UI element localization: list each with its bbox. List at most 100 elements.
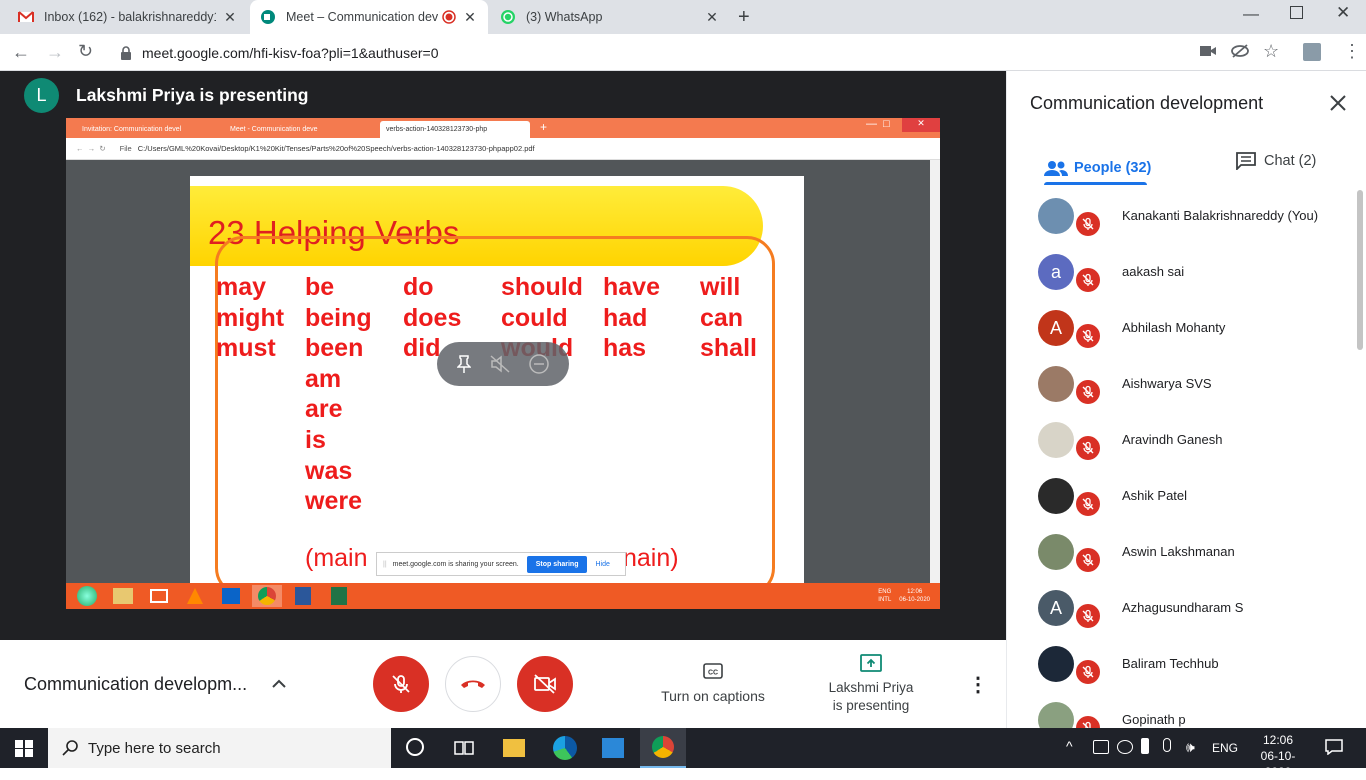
participant-row[interactable]: Aishwarya SVS bbox=[1006, 354, 1358, 410]
url-text: meet.google.com/hfi-kisv-foa?pli=1&authu… bbox=[142, 45, 439, 61]
volume-icon[interactable]: 🕪 bbox=[1186, 739, 1195, 756]
tab-people[interactable]: People (32) bbox=[1044, 150, 1151, 185]
participant-row[interactable]: Gopinath p bbox=[1006, 690, 1358, 728]
presenting-button[interactable]: Lakshmi Priya is presenting bbox=[814, 679, 928, 715]
remove-icon[interactable] bbox=[529, 354, 550, 374]
file-explorer-icon[interactable] bbox=[503, 739, 525, 757]
mic-toggle-button[interactable] bbox=[373, 656, 429, 712]
shared-new-tab-icon: + bbox=[540, 120, 548, 134]
shared-file-label: File bbox=[119, 144, 132, 153]
participant-name: Azhagusundharam S bbox=[1122, 600, 1244, 615]
captions-icon[interactable]: CC bbox=[703, 663, 723, 679]
avatar bbox=[1038, 534, 1074, 570]
outlook-icon bbox=[216, 585, 246, 607]
windows-search-box[interactable]: Type here to search bbox=[48, 728, 391, 768]
participant-row[interactable]: Aswin Lakshmanan bbox=[1006, 522, 1358, 578]
avatar bbox=[1038, 198, 1074, 234]
participant-name: Aravindh Ganesh bbox=[1122, 432, 1223, 447]
participant-row[interactable]: a aakash sai bbox=[1006, 242, 1358, 298]
camera-toggle-button[interactable] bbox=[517, 656, 573, 712]
participant-row[interactable]: A Azhagusundharam S bbox=[1006, 578, 1358, 634]
new-tab-button[interactable]: + bbox=[738, 6, 750, 29]
forward-icon[interactable]: → bbox=[46, 42, 64, 63]
window-icon bbox=[144, 585, 174, 607]
mic-tray-icon[interactable] bbox=[1163, 738, 1171, 752]
shared-tab-active: verbs-action-140328123730-php bbox=[380, 121, 530, 138]
url-field[interactable]: meet.google.com/hfi-kisv-foa?pli=1&authu… bbox=[110, 40, 1290, 66]
participant-row[interactable]: A Abhilash Mohanty bbox=[1006, 298, 1358, 354]
presenter-bar: L Lakshmi Priya is presenting bbox=[24, 77, 308, 113]
tab-meet[interactable]: Meet – Communication deve ✕ bbox=[250, 0, 488, 34]
close-panel-icon[interactable] bbox=[1330, 95, 1346, 111]
camera-off-icon bbox=[534, 674, 556, 694]
shared-clock: 12:06 06-10-2020 bbox=[899, 589, 930, 603]
tab-whatsapp[interactable]: (3) WhatsApp ✕ bbox=[490, 0, 730, 34]
close-tab-icon[interactable]: ✕ bbox=[462, 9, 478, 26]
present-line1: Lakshmi Priya bbox=[828, 680, 914, 695]
shared-address-bar: ← → ↻ File C:/Users/GML%20Kovai/Desktop/… bbox=[66, 138, 940, 160]
tab-chat[interactable]: Chat (2) bbox=[1236, 150, 1316, 172]
close-tab-icon[interactable]: ✕ bbox=[704, 9, 720, 26]
meeting-details[interactable]: Communication developm... bbox=[24, 674, 247, 695]
restore-button[interactable] bbox=[1290, 6, 1303, 19]
chevron-up-icon[interactable] bbox=[271, 678, 287, 688]
language-indicator[interactable]: ENG bbox=[1212, 741, 1238, 755]
meeting-title: Communication developm... bbox=[24, 674, 248, 694]
windows-start-icon[interactable] bbox=[15, 740, 33, 757]
battery-icon[interactable] bbox=[1141, 738, 1149, 754]
close-tab-icon[interactable]: ✕ bbox=[222, 9, 238, 26]
more-options-icon[interactable]: ⋮ bbox=[968, 672, 988, 697]
shared-tab: Meet - Communication deve bbox=[230, 126, 318, 133]
slide-frame bbox=[215, 236, 775, 583]
store-icon[interactable] bbox=[602, 738, 624, 758]
captions-button[interactable]: Turn on captions bbox=[652, 688, 774, 704]
avatar bbox=[1038, 478, 1074, 514]
minimize-button[interactable]: — bbox=[1243, 6, 1259, 24]
participant-row[interactable]: Kanakanti Balakrishnareddy (You) bbox=[1006, 186, 1358, 242]
gmail-icon bbox=[18, 11, 34, 22]
eye-off-icon[interactable] bbox=[1231, 44, 1249, 58]
network-icon[interactable] bbox=[1093, 740, 1109, 754]
participant-name: aakash sai bbox=[1122, 264, 1185, 279]
pdf-scrollbar bbox=[930, 160, 940, 583]
participant-name: Ashik Patel bbox=[1122, 488, 1188, 503]
tile-overlay-controls bbox=[437, 342, 569, 386]
mic-muted-icon bbox=[1074, 322, 1102, 350]
participant-list: Kanakanti Balakrishnareddy (You) a aakash … bbox=[1006, 186, 1358, 728]
extension-icon[interactable] bbox=[1303, 43, 1321, 61]
tab-gmail[interactable]: Inbox (162) - balakrishnareddy19 ✕ bbox=[8, 0, 248, 34]
participant-row[interactable]: Aravindh Ganesh bbox=[1006, 410, 1358, 466]
edge-icon[interactable] bbox=[553, 736, 577, 760]
tray-chevron-icon[interactable]: ^ bbox=[1066, 738, 1073, 754]
taskbar-chrome[interactable] bbox=[640, 728, 686, 768]
tab-title: (3) WhatsApp bbox=[526, 10, 603, 24]
chat-tab-label: Chat (2) bbox=[1264, 153, 1317, 169]
cortana-icon[interactable] bbox=[406, 738, 424, 756]
system-clock[interactable]: 12:06 06-10-2020 bbox=[1248, 732, 1308, 780]
reload-icon[interactable]: ↻ bbox=[78, 41, 93, 62]
avatar: A bbox=[1038, 590, 1074, 626]
share-notice-text: meet.google.com is sharing your screen. bbox=[392, 560, 519, 568]
mic-off-icon bbox=[392, 675, 410, 693]
participant-row[interactable]: Baliram Techhub bbox=[1006, 634, 1358, 690]
notifications-icon[interactable] bbox=[1325, 739, 1343, 755]
close-window-button[interactable]: ✕ bbox=[1336, 3, 1350, 23]
mic-muted-icon bbox=[1074, 602, 1102, 630]
shared-close-icon: ✕ bbox=[902, 118, 940, 132]
chrome-icon bbox=[252, 585, 282, 607]
camera-icon[interactable] bbox=[1200, 45, 1216, 57]
mic-muted-icon bbox=[1074, 266, 1102, 294]
bookmark-star-icon[interactable]: ☆ bbox=[1263, 41, 1279, 62]
mute-icon[interactable] bbox=[490, 355, 510, 373]
leave-call-button[interactable] bbox=[445, 656, 501, 712]
panel-scrollbar[interactable] bbox=[1357, 190, 1363, 350]
cloud-icon[interactable] bbox=[1117, 740, 1133, 754]
task-view-icon[interactable] bbox=[454, 739, 474, 757]
back-icon[interactable]: ← bbox=[12, 42, 30, 63]
menu-icon[interactable]: ⋮ bbox=[1343, 41, 1361, 62]
tab-title: Inbox (162) - balakrishnareddy19 bbox=[44, 10, 216, 24]
present-screen-icon[interactable] bbox=[860, 654, 882, 672]
shared-screen: Invitation: Communication devel Meet - C… bbox=[66, 118, 940, 609]
pin-icon[interactable] bbox=[456, 355, 471, 373]
participant-row[interactable]: Ashik Patel bbox=[1006, 466, 1358, 522]
